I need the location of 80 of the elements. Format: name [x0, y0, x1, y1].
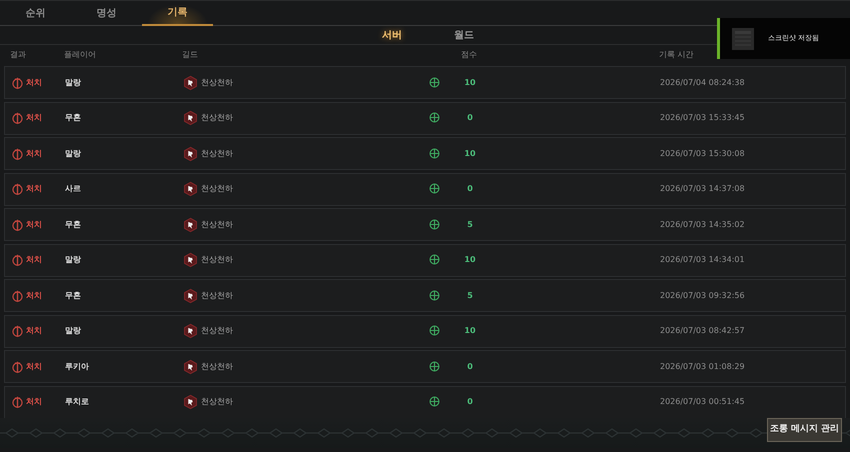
taunt-message-button[interactable]: 조롱 메시지 관리: [767, 418, 842, 442]
guild-emblem-icon: [183, 394, 198, 410]
player-name: 루치로: [65, 396, 90, 408]
result-text: 처치: [26, 254, 42, 266]
guild-name: 천상천하: [201, 218, 233, 230]
scope-tab[interactable]: 월드: [428, 26, 500, 44]
record-time: 2026/07/03 08:42:57: [660, 326, 745, 335]
crosshair-icon: [429, 254, 440, 266]
record-time: 2026/07/03 15:30:08: [660, 148, 745, 158]
player-name: 무혼: [65, 290, 82, 302]
guild-name: 천상천하: [201, 396, 233, 408]
guild-emblem-icon: [183, 110, 198, 126]
guild-name: 천상천하: [201, 76, 233, 88]
result-text: 처치: [26, 360, 42, 372]
crosshair-icon: [429, 396, 440, 408]
score-value: 5: [466, 290, 474, 302]
crosshair-icon: [429, 148, 440, 159]
column-header: 결과: [10, 48, 27, 60]
score-value: 0: [466, 112, 474, 124]
guild-name: 천상천하: [201, 325, 233, 337]
record-time: 2026/07/03 14:35:02: [660, 220, 745, 228]
result-text: 처치: [26, 218, 42, 230]
player-name: 루키아: [65, 360, 90, 372]
guild-emblem-icon: [183, 181, 198, 197]
record-time: 2026/07/03 14:34:01: [660, 255, 745, 264]
score-value: 5: [466, 218, 474, 230]
record-time: 2026/07/03 14:37:08: [660, 184, 745, 193]
guild-emblem-icon: [183, 323, 198, 339]
result-text: 처치: [26, 148, 42, 160]
scope-tab[interactable]: 서버: [356, 26, 428, 44]
score-value: 0: [466, 183, 474, 195]
guild-emblem-icon: [183, 252, 198, 268]
guild-name: 천상천하: [201, 360, 233, 372]
score-value: 10: [463, 254, 477, 266]
result-text: 처치: [26, 325, 42, 337]
record-time: 2026/07/03 01:08:29: [660, 362, 745, 370]
column-header: 점수: [460, 48, 478, 60]
record-time: 2026/07/03 09:32:56: [660, 290, 745, 300]
column-header: 길드: [182, 48, 199, 60]
score-value: 10: [463, 325, 477, 337]
score-value: 0: [466, 360, 474, 372]
score-value: 0: [466, 396, 474, 408]
guild-emblem-icon: [183, 358, 198, 374]
column-header: 기록 시간: [658, 48, 695, 60]
guild-emblem-icon: [183, 288, 198, 304]
record-time: 2026/07/03 00:51:45: [660, 397, 745, 406]
player-name: 무혼: [65, 218, 82, 230]
result-text: 처치: [26, 76, 42, 88]
guild-name: 천상천하: [201, 112, 233, 124]
crosshair-icon: [429, 325, 440, 336]
crosshair-icon: [429, 183, 440, 194]
player-name: 말랑: [65, 254, 82, 266]
crosshair-icon: [429, 76, 440, 88]
crosshair-icon: [429, 360, 440, 372]
record-time: 2026/07/03 15:33:45: [660, 113, 745, 122]
tab[interactable]: 순위: [0, 1, 71, 26]
player-name: 무혼: [65, 112, 82, 124]
crosshair-icon: [429, 218, 440, 230]
result-text: 처치: [26, 183, 42, 195]
player-name: 말랑: [65, 76, 82, 88]
score-value: 10: [463, 148, 477, 160]
player-name: 말랑: [65, 148, 82, 160]
result-text: 처치: [26, 112, 42, 124]
tab[interactable]: 명성: [71, 1, 142, 26]
guild-name: 천상천하: [201, 254, 233, 266]
crosshair-icon: [429, 290, 440, 301]
player-name: 사르: [65, 183, 82, 195]
guild-name: 천상천하: [201, 183, 233, 195]
result-text: 처치: [26, 396, 42, 408]
crosshair-icon: [429, 112, 440, 124]
guild-emblem-icon: [183, 74, 198, 90]
guild-name: 천상천하: [201, 290, 233, 302]
guild-emblem-icon: [183, 216, 198, 232]
column-header: 플레이어: [64, 48, 97, 60]
result-text: 처치: [26, 290, 42, 302]
player-name: 말랑: [65, 325, 82, 337]
score-value: 10: [463, 76, 477, 88]
guild-emblem-icon: [183, 146, 198, 162]
record-time: 2026/07/04 08:24:38: [660, 78, 745, 86]
guild-name: 천상천하: [201, 148, 233, 160]
